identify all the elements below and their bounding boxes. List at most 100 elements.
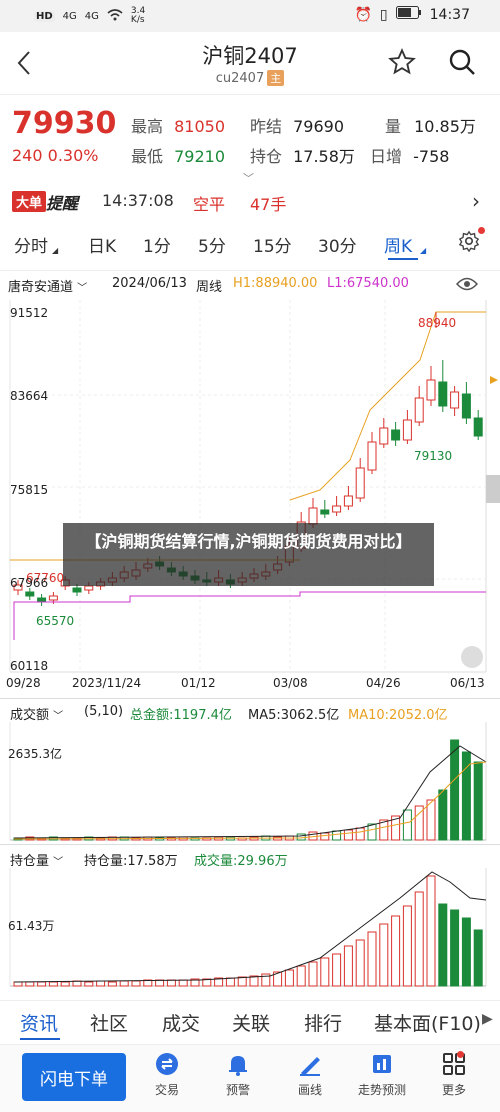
tab-15min[interactable]: 15分 (253, 232, 292, 257)
header: 沪铜2407 cu2407 主 (0, 32, 500, 95)
tab-community[interactable]: 社区 (90, 1009, 128, 1036)
candle (414, 397, 424, 423)
volume-chart[interactable] (0, 722, 500, 842)
indicator-select[interactable]: 唐奇安通道 ﹀ (8, 276, 87, 295)
eye-icon[interactable] (455, 277, 479, 291)
big-order-alert[interactable]: 大单 提醒 14:37:08 空平 47手 › (0, 185, 500, 217)
nav-alert[interactable]: 预警 (208, 1051, 268, 1098)
oi-indicator-select[interactable]: 持仓量 ﹀ (10, 850, 63, 869)
alert-qty: 47手 (250, 195, 287, 214)
nav-more[interactable]: 更多 (424, 1051, 484, 1098)
candle (84, 585, 94, 591)
prev-settle-row: 昨结 79690 (250, 113, 344, 137)
day-inc-value: -758 (413, 147, 450, 166)
low-label: 最低 (131, 147, 164, 166)
tab-related[interactable]: 关联 (232, 1009, 270, 1036)
last-price: 79930 (12, 106, 117, 141)
oi-bar (343, 945, 353, 987)
low-annotation: 65570 (36, 614, 74, 628)
flash-order-button[interactable]: 闪电下单 (22, 1053, 126, 1101)
volume-bar (367, 823, 377, 841)
l1-line (13, 591, 486, 640)
candle (355, 467, 365, 499)
tab-fundamentals[interactable]: 基本面(F10) (374, 1009, 481, 1036)
high-annotation: 88940 (418, 316, 456, 330)
star-icon[interactable] (388, 48, 416, 83)
oi-bar (450, 909, 460, 987)
candle (37, 597, 47, 603)
chart-header: 唐奇安通道 ﹀ 2024/06/13 周线 H1:88940.00 L1:675… (0, 270, 500, 301)
alert-type: 空平 (193, 195, 226, 214)
oi-bar (119, 980, 129, 987)
volume-bar (438, 789, 448, 841)
nav-draw-label: 画线 (297, 1083, 322, 1097)
search-icon[interactable] (448, 48, 475, 75)
battery-icon (395, 6, 422, 23)
oi-bar (402, 905, 412, 987)
oi-chart[interactable] (0, 868, 500, 990)
volume-indicator-label: 成交额 (10, 708, 50, 723)
candle (391, 429, 401, 441)
oi-y-label: 61.43万 (8, 919, 55, 933)
nav-trade[interactable]: 交易 (137, 1051, 197, 1098)
l1-value: L1:67540.00 (327, 276, 409, 291)
signal-4g-icon: 4G (62, 10, 77, 22)
open-int-row: 持仓 17.58万 (250, 143, 355, 167)
volume-value: 10.85万 (414, 117, 476, 136)
volume-bar (473, 761, 483, 841)
chart-period: 周线 (196, 280, 223, 295)
contract-code: cu2407 主 (0, 70, 500, 86)
status-bar: HD 4G 4G 3.4 K/s ⏰ ▯ 14:37 (0, 0, 500, 32)
tab-weekly-k[interactable]: 周K (384, 232, 412, 257)
low-row: 最低 79210 (131, 143, 225, 167)
y-tick-2: 83664 (10, 389, 49, 403)
low-value: 79210 (174, 147, 226, 166)
tab-ranking[interactable]: 排行 (304, 1009, 342, 1036)
oi-bar (461, 917, 471, 987)
oi-bar (225, 977, 235, 987)
volume-indicator-select[interactable]: 成交额 ﹀ (10, 704, 63, 723)
big-order-badge: 大单 (12, 191, 47, 212)
h1-value: H1:88940.00 (233, 276, 318, 291)
tab-trades[interactable]: 成交 (162, 1009, 200, 1036)
nav-draw[interactable]: 画线 (280, 1051, 340, 1098)
active-tab-underline (388, 258, 418, 260)
candle (48, 595, 58, 601)
price-marker-icon (490, 376, 498, 384)
price-change: 240 0.30% (12, 146, 98, 165)
tab-daily-k[interactable]: 日K (88, 232, 116, 257)
expand-chevron-icon[interactable]: ﹀ (243, 170, 254, 186)
oi-bar (296, 965, 306, 987)
article-title-overlay: 【沪铜期货结算行情,沪铜期货期货费用对比】 (63, 523, 434, 586)
nav-trade-label: 交易 (154, 1083, 179, 1097)
tab-5min[interactable]: 5分 (198, 232, 226, 257)
candle (438, 381, 448, 407)
x-tick-5: 04/26 (366, 676, 401, 690)
tab-30min[interactable]: 30分 (318, 232, 357, 257)
net-speed: 3.4 K/s (130, 6, 146, 25)
expand-chart-icon[interactable] (461, 646, 483, 668)
oi-header: 持仓量 ﹀ 持仓量:17.58万 成交量:29.96万 (0, 844, 500, 871)
side-drawer-handle[interactable] (486, 475, 500, 503)
forecast-icon (369, 1051, 395, 1077)
y-tick-1: 91512 (10, 306, 49, 320)
tab-fenshi[interactable]: 分时 (14, 232, 48, 257)
oi-bar (438, 903, 448, 987)
change-value: 240 (12, 146, 43, 165)
oi-bar (37, 981, 47, 987)
alert-time: 14:37:08 (102, 191, 174, 210)
candle (320, 509, 330, 515)
tab-1min[interactable]: 1分 (143, 232, 171, 257)
candle (343, 495, 353, 507)
kline-chart[interactable]: 88940 65570 79130 67760 (0, 300, 500, 700)
high-row: 最高 81050 (131, 113, 225, 137)
section-tabs: 资讯 社区 成交 关联 排行 基本面(F10) ▶ (0, 1000, 500, 1041)
nav-forecast[interactable]: 走势预测 (352, 1051, 412, 1098)
chevron-right-icon[interactable]: › (472, 189, 480, 213)
chevron-right-icon[interactable]: ▶ (482, 1011, 493, 1027)
settings-gear-icon[interactable] (458, 230, 480, 253)
tab-news[interactable]: 资讯 (20, 1009, 58, 1036)
volume-bar (320, 832, 330, 841)
oi-bar (25, 981, 35, 987)
oi-bar (426, 875, 436, 987)
